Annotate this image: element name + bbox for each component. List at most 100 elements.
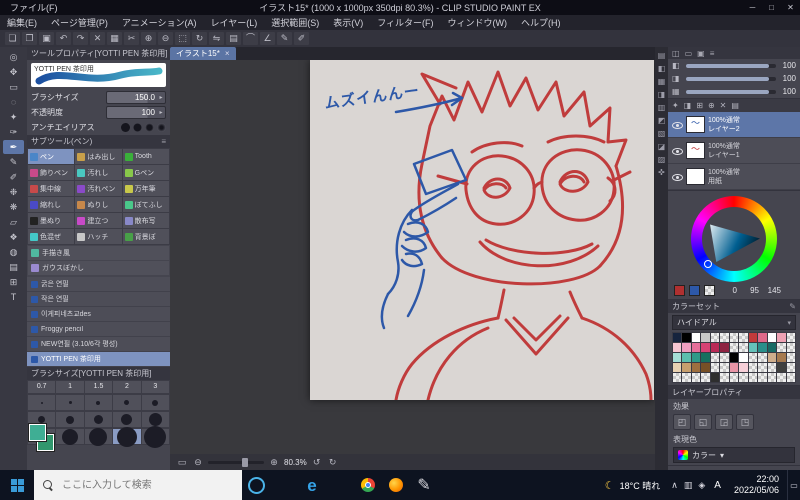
canvas-tab-close-icon[interactable]: × (225, 47, 230, 60)
brush-size-cell[interactable] (141, 395, 169, 410)
maximize-button[interactable]: □ (762, 0, 781, 15)
fit-screen-icon[interactable]: ⬚ (175, 32, 190, 45)
menu-file[interactable]: ファイル(F) (0, 1, 68, 14)
menu-icon[interactable]: ≡ (161, 135, 166, 148)
auto-select-tool[interactable]: ✦ (3, 110, 24, 124)
ruler-icon[interactable]: ⌒ (243, 32, 258, 45)
subtool-item[interactable]: Gペン (122, 165, 169, 180)
taskbar-app-edge[interactable]: e (298, 470, 326, 500)
antialias-strong-option[interactable] (157, 123, 166, 132)
color-swatch[interactable] (701, 353, 710, 362)
rotate-right-icon[interactable]: ↻ (327, 457, 339, 468)
color-swatch[interactable] (739, 333, 748, 342)
effect-button[interactable]: ◱ (694, 414, 712, 430)
color-swatch[interactable] (710, 363, 720, 372)
brush-size-cell[interactable] (84, 395, 113, 410)
close-button[interactable]: ✕ (781, 0, 800, 15)
new-file-icon[interactable]: ❏ (5, 32, 20, 45)
airbrush-tool[interactable]: ❉ (3, 185, 24, 199)
panel-tab-icon[interactable]: ▣ (697, 49, 705, 58)
eyedropper-tool[interactable]: ✑ (3, 125, 24, 139)
brush-size-cell[interactable] (113, 426, 141, 447)
pen-tool[interactable]: ✒ (3, 140, 24, 154)
effect-button[interactable]: ◰ (673, 414, 691, 430)
brush-tool[interactable]: ✐ (3, 170, 24, 184)
color-swatch[interactable] (767, 333, 777, 342)
visibility-eye-icon[interactable] (671, 171, 683, 183)
color-swatch[interactable] (710, 373, 720, 382)
brush-size-cell[interactable] (113, 395, 141, 410)
color-swatch[interactable] (701, 363, 710, 372)
color-swatch[interactable] (673, 363, 682, 372)
subtool-item[interactable]: ペン (28, 149, 75, 164)
color-swatch[interactable] (720, 373, 729, 382)
color-swatch[interactable] (758, 343, 767, 352)
layer-command-icon[interactable]: ⊞ (696, 101, 703, 110)
selection-tool[interactable]: ◌ (3, 95, 24, 109)
color-swatch[interactable] (758, 353, 767, 362)
layer-command-icon[interactable]: ◨ (684, 101, 692, 110)
color-swatch[interactable] (748, 333, 758, 342)
color-swatch[interactable] (758, 363, 767, 372)
main-color-swatch[interactable] (29, 424, 46, 441)
color-swatch[interactable] (682, 363, 691, 372)
brush-size-value[interactable]: 1 (56, 381, 84, 393)
color-swatch[interactable] (729, 353, 739, 362)
search-panel-icon[interactable]: ▨ (658, 155, 666, 165)
menubar-item[interactable]: ページ管理(P) (44, 16, 115, 29)
value-slider[interactable] (686, 89, 776, 94)
color-swatch[interactable] (729, 343, 739, 352)
color-swatch[interactable] (720, 363, 729, 372)
subtool-list-item[interactable]: YOTTI PEN 茶印用 (27, 352, 170, 367)
taskbar-clock[interactable]: 22:00 2022/05/06 (726, 470, 787, 500)
tray-icon[interactable]: ▥ (684, 480, 693, 491)
history-panel-icon[interactable]: ▥ (658, 103, 666, 113)
canvas-document[interactable]: ムズイんんー (310, 60, 654, 402)
panel-tab-icon[interactable]: ▭ (685, 49, 693, 58)
color-swatch[interactable] (720, 353, 729, 362)
information-panel-icon[interactable]: ◨ (658, 90, 666, 100)
subtool-item[interactable]: 万年筆 (122, 181, 169, 196)
fit-screen-icon[interactable]: ▭ (176, 457, 188, 468)
color-swatch[interactable] (701, 343, 710, 352)
subtool-item[interactable]: ハッチ (75, 229, 122, 244)
subtool-item[interactable]: 縮れし (28, 197, 75, 212)
start-button[interactable] (0, 470, 34, 500)
brush-size-cell[interactable] (84, 412, 113, 427)
canvas-viewport[interactable]: ムズイんんー (170, 60, 655, 454)
subtool-list-item[interactable]: NEW연필 (3.10/6각 평성) (27, 337, 170, 352)
saturation-value-triangle[interactable] (710, 224, 760, 263)
color-swatch[interactable] (720, 343, 729, 352)
panel-tab-icon[interactable]: ≡ (710, 49, 715, 58)
eraser-tool[interactable]: ▱ (3, 215, 24, 229)
current-color-chip[interactable] (674, 285, 685, 296)
crop-icon[interactable]: ✂ (124, 32, 139, 45)
menubar-item[interactable]: 表示(V) (326, 16, 370, 29)
color-swatch[interactable] (786, 343, 795, 352)
color-swatch[interactable] (739, 363, 748, 372)
stepper-icon[interactable]: ▸ (157, 94, 165, 101)
brush-size-cell[interactable] (84, 427, 113, 446)
value-slider[interactable] (686, 63, 776, 68)
subtool-item[interactable]: 汚れし (75, 165, 122, 180)
minimize-button[interactable]: ─ (743, 0, 762, 15)
delete-icon[interactable]: ✕ (90, 32, 105, 45)
color-swatch[interactable] (777, 353, 786, 362)
menubar-item[interactable]: 編集(E) (0, 16, 44, 29)
taskbar-app-file-explorer[interactable] (326, 470, 354, 500)
deselect-icon[interactable]: ▦ (107, 32, 122, 45)
color-swatch[interactable] (777, 373, 786, 382)
edit-icon[interactable]: ✎ (789, 300, 796, 313)
brush-size-cell[interactable] (56, 395, 84, 410)
layer-row[interactable]: 〜 100%通常 レイヤー2 (668, 112, 800, 138)
subtool-item[interactable]: 色混ぜ (28, 229, 75, 244)
subtool-item[interactable]: Tooth (122, 149, 169, 164)
redo-icon[interactable]: ↷ (73, 32, 88, 45)
color-swatch[interactable] (739, 373, 748, 382)
subtool-item[interactable]: ガウスぼかし (28, 261, 169, 275)
param-value-slider[interactable]: 150.0 ▸ (106, 91, 166, 104)
color-swatch[interactable] (691, 333, 701, 342)
layer-row[interactable]: 100%通常 用紙 (668, 164, 800, 190)
navigator-panel-icon[interactable]: ▦ (658, 77, 666, 87)
brush-size-value[interactable]: 0.7 (28, 381, 56, 393)
